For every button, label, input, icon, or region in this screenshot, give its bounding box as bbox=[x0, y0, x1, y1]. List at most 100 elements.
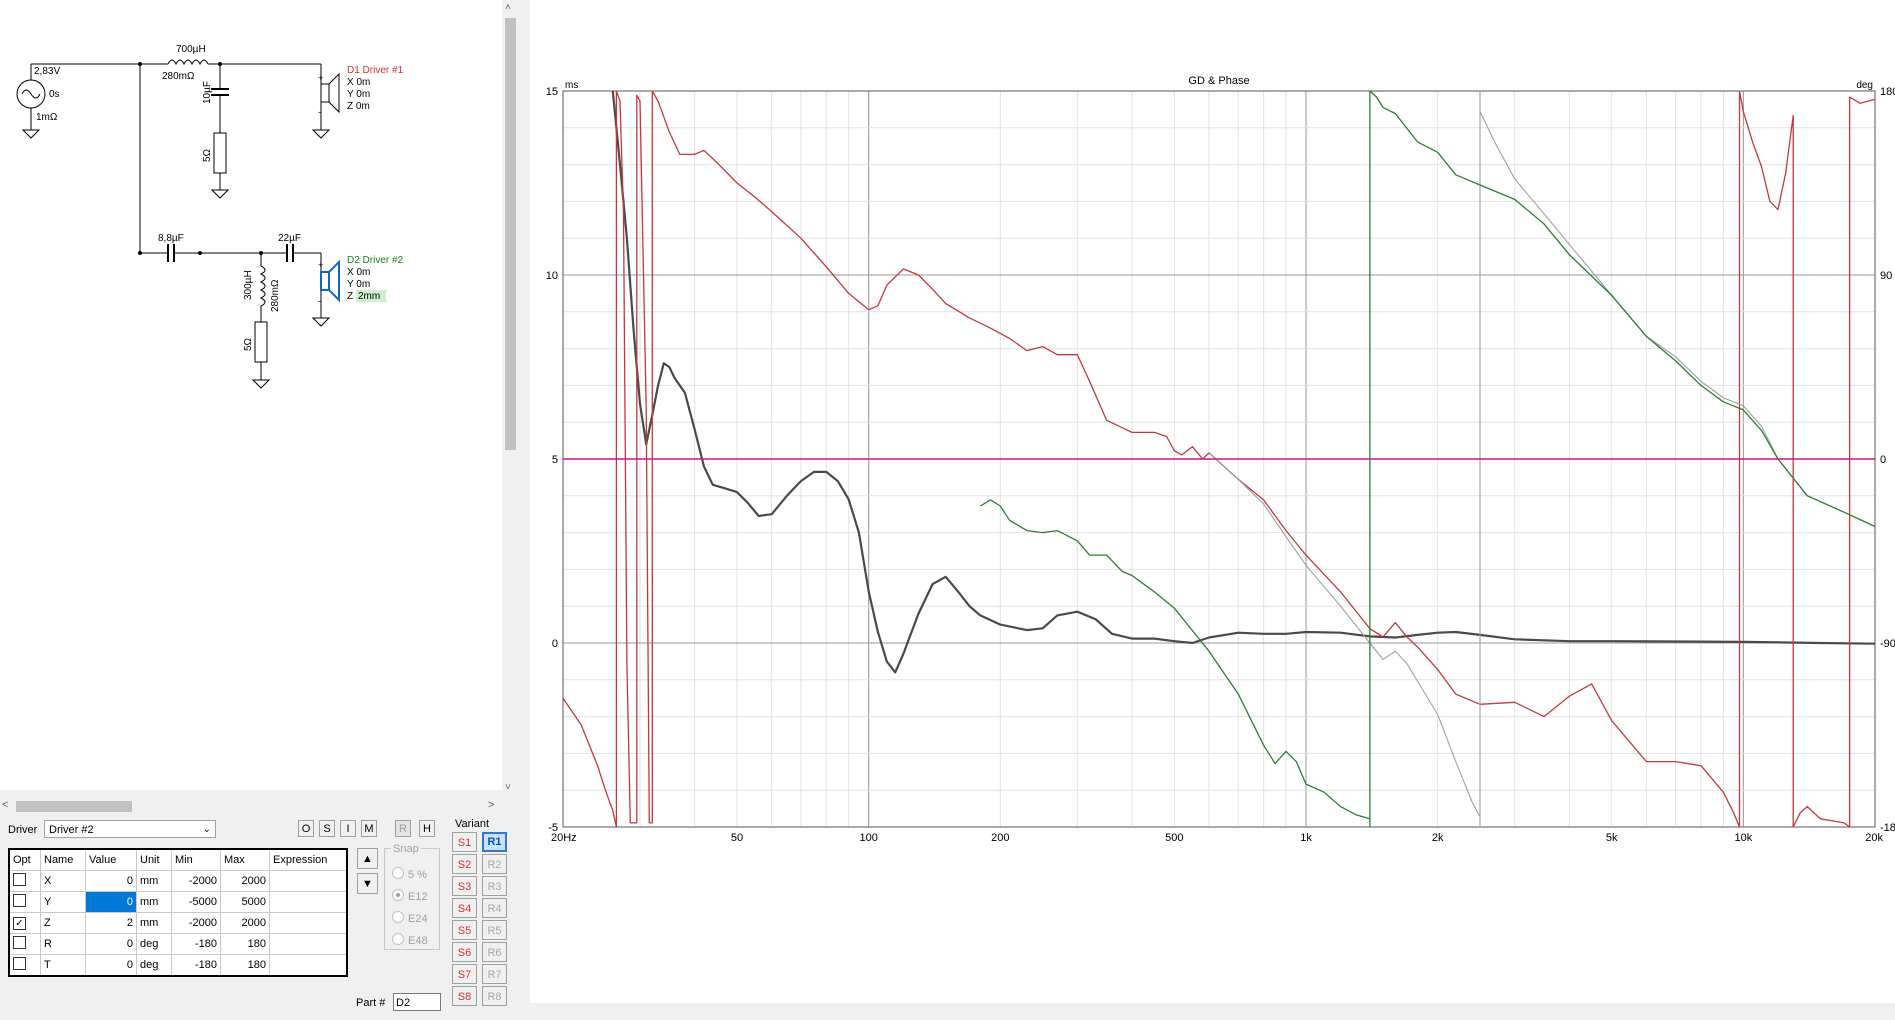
table-row[interactable]: Y 0 mm -5000 5000 bbox=[8, 891, 348, 913]
driver-select[interactable]: Driver #2 ⌄ bbox=[44, 820, 216, 838]
scroll-up-icon[interactable]: ˄ bbox=[505, 2, 511, 13]
variant-s3-button[interactable]: S3 bbox=[452, 876, 477, 896]
driver-row: Driver Driver #2 ⌄ bbox=[6, 820, 446, 842]
table-row[interactable]: R 0 deg -180 180 bbox=[8, 933, 348, 955]
param-max[interactable]: 5000 bbox=[220, 891, 270, 913]
y-tick-label: 0 bbox=[552, 638, 558, 650]
variant-s2-button[interactable]: S2 bbox=[452, 854, 477, 874]
move-down-button[interactable]: ▼ bbox=[357, 873, 378, 894]
variant-s4-button[interactable]: S4 bbox=[452, 898, 477, 918]
variant-r4-button[interactable]: R4 bbox=[482, 898, 507, 918]
param-min[interactable]: -5000 bbox=[171, 891, 221, 913]
opt-checkbox[interactable] bbox=[13, 894, 26, 907]
svg-text:-: - bbox=[318, 296, 321, 306]
schematic-vertical-scrollbar[interactable]: ˄ ˅ bbox=[502, 0, 519, 798]
variant-r2-button[interactable]: R2 bbox=[482, 854, 507, 874]
toggle-h-button[interactable]: H bbox=[419, 820, 435, 837]
variant-s7-button[interactable]: S7 bbox=[452, 964, 477, 984]
opt-checkbox-cell[interactable] bbox=[8, 933, 41, 955]
driver-d1-icon[interactable] bbox=[320, 83, 330, 103]
inductor-l1[interactable] bbox=[167, 59, 209, 66]
variant-label: Variant bbox=[455, 818, 490, 830]
schematic-canvas[interactable]: + - + - 2,83V 0s 1mΩ 700µH 280mΩ 10µF 5Ω… bbox=[0, 0, 502, 790]
param-expression[interactable] bbox=[269, 912, 348, 934]
param-max[interactable]: 180 bbox=[220, 933, 270, 955]
param-expression[interactable] bbox=[269, 891, 348, 913]
move-up-button[interactable]: ▲ bbox=[357, 848, 378, 869]
inductor-l2[interactable] bbox=[259, 265, 266, 307]
graph-panel[interactable]: GD & Phase ms deg 20Hz 50 100 200 500 1k 2k 5k 10k 2… bbox=[530, 0, 1895, 1003]
toggle-s-button[interactable]: S bbox=[319, 820, 335, 837]
variant-r5-button[interactable]: R5 bbox=[482, 920, 507, 940]
param-value[interactable]: 0 bbox=[85, 954, 137, 977]
param-min[interactable]: -2000 bbox=[171, 912, 221, 934]
series-line bbox=[611, 90, 1876, 674]
variant-s1-button[interactable]: S1 bbox=[452, 832, 477, 852]
driver-d2-icon[interactable] bbox=[320, 271, 330, 291]
part-number-input[interactable]: D2 bbox=[393, 993, 441, 1011]
radio-icon[interactable] bbox=[392, 867, 404, 879]
variant-r3-button[interactable]: R3 bbox=[482, 876, 507, 896]
variant-r7-button[interactable]: R7 bbox=[482, 964, 507, 984]
param-expression[interactable] bbox=[269, 870, 348, 892]
snap-option[interactable]: E12 bbox=[392, 889, 428, 903]
param-expression[interactable] bbox=[269, 954, 348, 977]
d2-x: X 0m bbox=[347, 267, 370, 278]
param-expression[interactable] bbox=[269, 933, 348, 955]
variant-s5-button[interactable]: S5 bbox=[452, 920, 477, 940]
vertical-scroll-thumb[interactable] bbox=[505, 18, 516, 450]
toggle-r-button[interactable]: R bbox=[395, 820, 411, 837]
table-row[interactable]: T 0 deg -180 180 bbox=[8, 954, 348, 977]
y2-tick-label: 180 bbox=[1880, 86, 1895, 98]
param-max[interactable]: 2000 bbox=[220, 870, 270, 892]
horizontal-scroll-thumb[interactable] bbox=[16, 801, 132, 812]
param-max[interactable]: 2000 bbox=[220, 912, 270, 934]
toggle-o-button[interactable]: O bbox=[298, 820, 314, 837]
param-unit: mm bbox=[136, 891, 172, 913]
schematic-horizontal-scrollbar[interactable]: < > bbox=[0, 798, 502, 815]
radio-icon[interactable] bbox=[392, 911, 404, 923]
param-value[interactable]: 0 bbox=[85, 933, 137, 955]
scroll-left-icon[interactable]: < bbox=[2, 799, 8, 811]
radio-icon[interactable] bbox=[392, 889, 404, 901]
radio-icon[interactable] bbox=[392, 933, 404, 945]
chevron-down-icon[interactable]: ⌄ bbox=[203, 821, 211, 839]
d2-name[interactable]: D2 Driver #2 bbox=[347, 255, 404, 266]
opt-checkbox[interactable] bbox=[13, 873, 26, 886]
param-min[interactable]: -180 bbox=[171, 954, 221, 977]
param-value[interactable]: 0 bbox=[85, 870, 137, 892]
opt-checkbox-cell[interactable] bbox=[8, 891, 41, 913]
resistor-r1[interactable] bbox=[213, 132, 227, 174]
param-min[interactable]: -2000 bbox=[171, 870, 221, 892]
variant-r8-button[interactable]: R8 bbox=[482, 986, 507, 1006]
table-row[interactable]: X 0 mm -2000 2000 bbox=[8, 870, 348, 892]
param-max[interactable]: 180 bbox=[220, 954, 270, 977]
resistor-r2[interactable] bbox=[254, 321, 268, 363]
param-min[interactable]: -180 bbox=[171, 933, 221, 955]
opt-checkbox[interactable] bbox=[13, 936, 26, 949]
toggle-m-button[interactable]: M bbox=[361, 820, 377, 837]
table-row[interactable]: ✓ Z 2 mm -2000 2000 bbox=[8, 912, 348, 934]
opt-checkbox-cell[interactable] bbox=[8, 954, 41, 977]
variant-s6-button[interactable]: S6 bbox=[452, 942, 477, 962]
param-value[interactable]: 2 bbox=[85, 912, 137, 934]
gd-phase-chart[interactable]: GD & Phasems deg20Hz 50 100 200 500 1k 2k 5k 10k 2… bbox=[530, 0, 1895, 1003]
snap-option[interactable]: E24 bbox=[392, 911, 428, 925]
opt-checkbox-cell[interactable] bbox=[8, 870, 41, 892]
snap-option[interactable]: E48 bbox=[392, 933, 428, 947]
variant-r6-button[interactable]: R6 bbox=[482, 942, 507, 962]
d1-name[interactable]: D1 Driver #1 bbox=[347, 65, 404, 76]
snap-option[interactable]: 5 % bbox=[392, 867, 427, 881]
variant-r1-button[interactable]: R1 bbox=[482, 832, 507, 852]
opt-checkbox-cell[interactable]: ✓ bbox=[8, 912, 41, 934]
c2-value: 8,8µF bbox=[158, 233, 184, 244]
opt-checkbox[interactable]: ✓ bbox=[13, 916, 26, 930]
param-value[interactable]: 0 bbox=[85, 891, 137, 913]
variant-s8-button[interactable]: S8 bbox=[452, 986, 477, 1006]
scroll-right-icon[interactable]: > bbox=[488, 799, 494, 811]
source-resistance: 1mΩ bbox=[36, 112, 58, 123]
opt-checkbox[interactable] bbox=[13, 957, 26, 970]
scroll-down-icon[interactable]: ˅ bbox=[505, 782, 511, 793]
y2-axis-label: deg bbox=[1856, 80, 1873, 91]
toggle-i-button[interactable]: I bbox=[340, 820, 356, 837]
